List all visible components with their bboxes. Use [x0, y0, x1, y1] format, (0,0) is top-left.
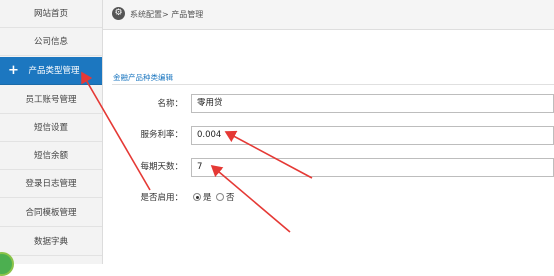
sidebar: 网站首页 公司信息 + 产品类型管理 员工账号管理 短信设置 短信余额 登录日志…	[0, 0, 103, 264]
days-label: 每期天数：	[140, 162, 183, 172]
section-title: 金融产品种类编辑	[113, 73, 173, 82]
sidebar-item-label: 产品类型管理	[28, 66, 80, 76]
enabled-yes-label: 是	[203, 193, 212, 203]
sidebar-item-label: 员工账号管理	[25, 95, 77, 105]
sidebar-item-product-types[interactable]: + 产品类型管理	[0, 57, 102, 85]
sidebar-item-staff-accounts[interactable]: 员工账号管理	[0, 86, 102, 114]
sidebar-item-login-logs[interactable]: 登录日志管理	[0, 170, 102, 198]
breadcrumb-bar: ⚙ 系统配置> 产品管理	[103, 0, 554, 30]
sidebar-item-label: 短信设置	[33, 123, 68, 133]
enabled-yes-radio[interactable]	[193, 193, 201, 201]
section-divider	[112, 84, 554, 85]
enabled-no-label: 否	[226, 193, 235, 203]
name-field[interactable]: 零用贷	[191, 94, 554, 113]
days-field[interactable]: 7	[191, 158, 554, 177]
sidebar-item-data-dictionary[interactable]: 数据字典	[0, 228, 102, 256]
rate-label: 服务利率：	[140, 130, 183, 140]
sidebar-item-label: 登录日志管理	[25, 179, 77, 189]
name-label: 名称：	[157, 99, 183, 109]
sidebar-item-label: 短信余额	[33, 151, 68, 161]
sidebar-item-contract-templates[interactable]: 合同模板管理	[0, 199, 102, 227]
sidebar-item-label: 网站首页	[33, 9, 68, 19]
sidebar-item-home[interactable]: 网站首页	[0, 0, 102, 28]
sidebar-item-label: 公司信息	[33, 37, 68, 47]
sidebar-item-label: 数据字典	[33, 237, 68, 247]
rate-field[interactable]: 0.004	[191, 126, 554, 145]
breadcrumb: 系统配置> 产品管理	[130, 10, 204, 19]
enabled-no-radio[interactable]	[216, 193, 224, 201]
sidebar-item-sms-balance[interactable]: 短信余额	[0, 142, 102, 170]
plus-icon: +	[8, 63, 19, 78]
sidebar-item-label: 合同模板管理	[25, 208, 77, 218]
sidebar-item-sms-settings[interactable]: 短信设置	[0, 114, 102, 142]
enabled-label: 是否启用：	[140, 193, 183, 203]
sidebar-item-company-info[interactable]: 公司信息	[0, 28, 102, 56]
settings-circle-icon: ⚙	[112, 7, 125, 20]
